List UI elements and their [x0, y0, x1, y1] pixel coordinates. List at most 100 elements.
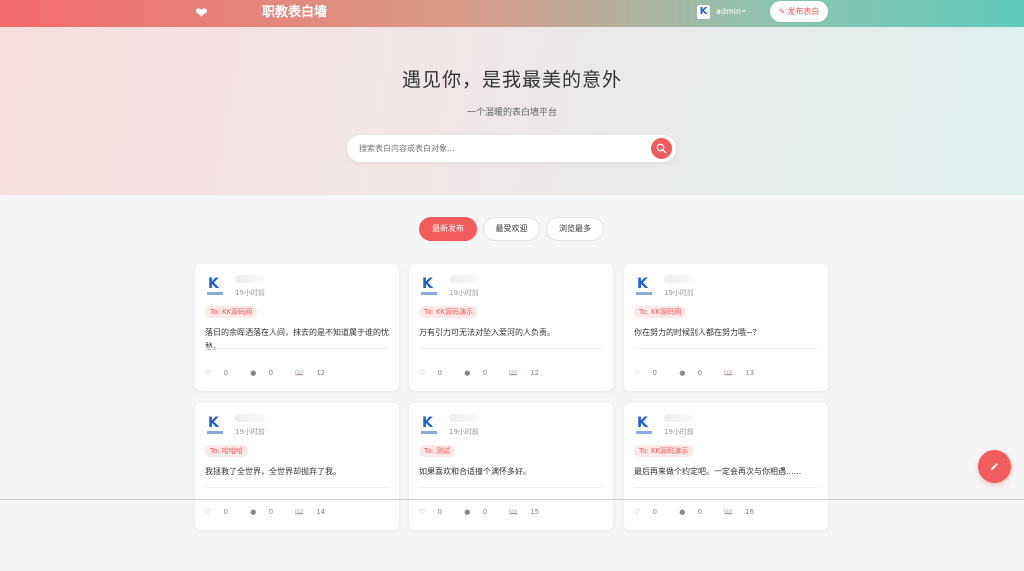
post-time: 19小时前 — [235, 289, 265, 297]
post-content: 我拯救了全世界，全世界却抛弃了我。 — [205, 467, 341, 476]
views-count: 📖 15 — [509, 508, 540, 516]
comment-icon: ● — [250, 369, 257, 377]
comment-icon: ● — [250, 508, 257, 516]
post-time: 19小时前 — [449, 428, 479, 436]
search-box — [347, 135, 676, 162]
post-card[interactable]: K 19小时前 To: KK源码演示 万有引力可无法对坠入爱河的人负责。 ♡ 0… — [409, 264, 613, 391]
avatar[interactable]: K — [635, 276, 653, 296]
top-navbar: ❤ 职教表白墙 K admin ⌄ ✎ 发布表白 — [0, 0, 1024, 27]
post-card[interactable]: K 19小时前 To: KK源码网 你在努力的时候别人都在努力哦~？ ♡ 0 ●… — [624, 264, 828, 391]
like-button[interactable]: ♡ 0 — [419, 369, 452, 377]
views-count: 📖 13 — [724, 369, 755, 377]
views-count: 📖 14 — [295, 508, 326, 516]
comment-button[interactable]: ● 0 — [679, 369, 712, 377]
recipient-tag: To: KK源码演示 — [419, 306, 479, 318]
search-button[interactable] — [651, 138, 672, 159]
divider — [634, 348, 818, 349]
heart-icon[interactable]: ❤ — [195, 4, 208, 22]
post-content: 万有引力可无法对坠入爱河的人负责。 — [419, 328, 555, 337]
post-stats: ♡ 0 ● 0 📖 16 — [634, 507, 774, 517]
tab-most-viewed[interactable]: 浏览最多 — [546, 217, 604, 241]
post-content: 你在努力的时候别人都在努力哦~？ — [634, 328, 761, 337]
post-time: 19小时前 — [449, 289, 479, 297]
post-stats: ♡ 0 ● 0 📖 12 — [419, 368, 559, 378]
post-time: 19小时前 — [664, 289, 694, 297]
post-stats: ♡ 0 ● 0 📖 14 — [205, 507, 345, 517]
divider — [205, 487, 389, 488]
views-count: 📖 12 — [295, 369, 326, 377]
post-content: 如果喜欢和合适撞个满怀多好。 — [419, 467, 531, 476]
comment-icon: ● — [679, 508, 686, 516]
avatar[interactable]: K — [635, 415, 653, 435]
user-avatar[interactable]: K — [697, 5, 710, 19]
comment-icon: ● — [464, 508, 471, 516]
publish-button[interactable]: ✎ 发布表白 — [770, 1, 828, 22]
post-content: 最后再来做个约定吧。一定会再次与你相遇...... — [634, 467, 802, 476]
recipient-tag: To: KK源码网 — [634, 306, 687, 318]
book-icon: 📖 — [295, 508, 304, 516]
comment-button[interactable]: ● 0 — [679, 508, 712, 516]
heart-outline-icon: ♡ — [634, 369, 641, 377]
divider — [634, 487, 818, 488]
post-time: 19小时前 — [235, 428, 265, 436]
pencil-icon: ✎ — [778, 7, 786, 16]
heart-outline-icon: ♡ — [634, 508, 641, 516]
heart-outline-icon: ♡ — [419, 369, 426, 377]
post-stats: ♡ 0 ● 0 📖 12 — [205, 368, 345, 378]
book-icon: 📖 — [509, 508, 518, 516]
like-button[interactable]: ♡ 0 — [634, 369, 667, 377]
divider — [419, 348, 603, 349]
post-card[interactable]: K 19小时前 To: 测试 如果喜欢和合适撞个满怀多好。 ♡ 0 ● 0 📖 … — [409, 403, 613, 530]
book-icon: 📖 — [509, 369, 518, 377]
avatar[interactable]: K — [420, 276, 438, 296]
chevron-down-icon[interactable]: ⌄ — [740, 4, 748, 16]
like-button[interactable]: ♡ 0 — [205, 508, 238, 516]
pencil-icon — [991, 463, 998, 470]
divider — [419, 487, 603, 488]
blurred-username — [664, 275, 694, 283]
blurred-username — [449, 414, 479, 422]
post-time: 19小时前 — [664, 428, 694, 436]
post-content: 落日的余晖洒落在人间，抹去的是不知道属于谁的忧愁。 — [205, 328, 389, 351]
search-icon — [656, 143, 667, 154]
book-icon: 📖 — [724, 369, 733, 377]
book-icon: 📖 — [295, 369, 304, 377]
divider — [0, 499, 1024, 500]
blurred-username — [449, 275, 479, 283]
post-card[interactable]: K 19小时前 To: 哈哈哈 我拯救了全世界，全世界却抛弃了我。 ♡ 0 ● … — [195, 403, 399, 530]
comment-button[interactable]: ● 0 — [464, 508, 497, 516]
comment-button[interactable]: ● 0 — [250, 508, 283, 516]
blurred-username — [664, 414, 694, 422]
divider — [205, 348, 389, 349]
blurred-username — [235, 414, 265, 422]
search-input[interactable] — [359, 135, 639, 162]
hero-subtitle: 一个温暖的表白墙平台 — [466, 108, 557, 118]
hero-banner: 遇见你，是我最美的意外 一个温暖的表白墙平台 — [0, 27, 1024, 195]
recipient-tag: To: 测试 — [419, 445, 455, 457]
like-button[interactable]: ♡ 0 — [205, 369, 238, 377]
post-stats: ♡ 0 ● 0 📖 13 — [634, 368, 774, 378]
recipient-tag: To: KK源码网 — [205, 306, 258, 318]
comment-button[interactable]: ● 0 — [250, 369, 283, 377]
hero-title: 遇见你，是我最美的意外 — [401, 69, 622, 91]
avatar[interactable]: K — [206, 276, 224, 296]
comment-button[interactable]: ● 0 — [464, 369, 497, 377]
post-card[interactable]: K 19小时前 To: KK源码演示 最后再来做个约定吧。一定会再次与你相遇..… — [624, 403, 828, 530]
recipient-tag: To: KK源码演示 — [634, 445, 694, 457]
book-icon: 📖 — [724, 508, 733, 516]
floating-publish-button[interactable] — [978, 450, 1011, 483]
recipient-tag: To: 哈哈哈 — [205, 445, 248, 457]
site-title[interactable]: 职教表白墙 — [262, 4, 327, 22]
comment-icon: ● — [679, 369, 686, 377]
tab-popular[interactable]: 最受欢迎 — [483, 217, 540, 241]
like-button[interactable]: ♡ 0 — [419, 508, 452, 516]
user-name[interactable]: admin — [716, 6, 741, 18]
tab-latest[interactable]: 最新发布 — [419, 217, 477, 241]
publish-button-label: 发布表白 — [787, 7, 820, 16]
comment-icon: ● — [464, 369, 471, 377]
post-card[interactable]: K 19小时前 To: KK源码网 落日的余晖洒落在人间，抹去的是不知道属于谁的… — [195, 264, 399, 391]
avatar[interactable]: K — [420, 415, 438, 435]
avatar[interactable]: K — [206, 415, 224, 435]
like-button[interactable]: ♡ 0 — [634, 508, 667, 516]
post-stats: ♡ 0 ● 0 📖 15 — [419, 507, 559, 517]
